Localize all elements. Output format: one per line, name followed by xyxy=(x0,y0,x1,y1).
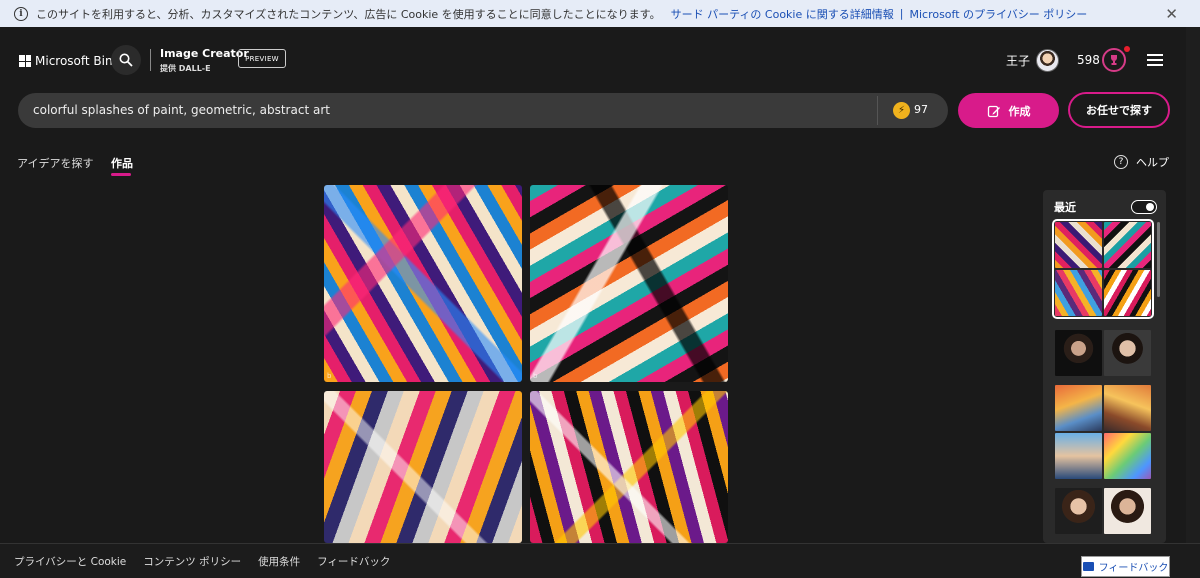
tab-creations[interactable]: 作品 xyxy=(111,155,133,171)
third-party-cookie-link[interactable]: サード パーティの Cookie に関する詳細情報 xyxy=(671,6,894,22)
product-title[interactable]: Image Creator xyxy=(160,47,249,60)
tab-explore-ideas[interactable]: アイデアを探す xyxy=(17,155,93,171)
recent-thumbnail xyxy=(1104,222,1151,268)
search-icon xyxy=(119,53,133,67)
link-separator: | xyxy=(899,7,904,20)
create-button[interactable]: 作成 xyxy=(958,93,1059,128)
recent-thumbnail xyxy=(1055,270,1102,316)
generated-image-4[interactable] xyxy=(530,391,728,543)
avatar[interactable] xyxy=(1036,49,1059,72)
recent-thumbnail xyxy=(1104,330,1151,376)
generated-image-1[interactable]: b xyxy=(324,185,522,382)
recent-thumbnail xyxy=(1104,433,1151,479)
info-icon: i xyxy=(14,6,28,21)
generated-image-2[interactable]: b xyxy=(530,185,728,382)
recent-title: 最近 xyxy=(1054,201,1076,214)
help-link[interactable]: ? ヘルプ xyxy=(1114,154,1169,170)
notification-dot xyxy=(1124,46,1130,52)
recent-thumbnail xyxy=(1104,270,1151,316)
logo-text: Microsoft Bing xyxy=(35,54,121,68)
page-scrollbar[interactable] xyxy=(1186,27,1200,543)
trophy-icon xyxy=(1111,55,1117,65)
cookie-message: このサイトを利用すると、分析、カスタマイズされたコンテンツ、広告に Cookie… xyxy=(36,7,661,21)
recent-item[interactable] xyxy=(1055,488,1151,534)
feedback-icon xyxy=(1082,562,1094,571)
recent-item[interactable] xyxy=(1055,385,1151,479)
bing-logo[interactable]: Microsoft Bing xyxy=(19,54,120,68)
user-name[interactable]: 王子 xyxy=(1006,52,1030,69)
footer-link-terms[interactable]: 使用条件 xyxy=(258,554,300,569)
footer: プライバシーと Cookie コンテンツ ポリシー 使用条件 フィードバック フ… xyxy=(0,543,1200,578)
generated-image-3[interactable] xyxy=(324,391,522,543)
footer-link-privacy[interactable]: プライバシーと Cookie xyxy=(14,554,126,569)
recent-item[interactable] xyxy=(1055,330,1151,376)
bing-watermark-icon: b xyxy=(533,372,538,380)
recent-thumbnail xyxy=(1104,488,1151,534)
footer-links: プライバシーと Cookie コンテンツ ポリシー 使用条件 フィードバック xyxy=(14,554,390,569)
recent-thumbnail xyxy=(1104,385,1151,431)
feedback-label: フィードバック xyxy=(1098,563,1169,574)
surprise-me-button[interactable]: お任せで探す xyxy=(1068,92,1170,128)
recent-thumbnail xyxy=(1055,433,1102,479)
prompt-input[interactable]: colorful splashes of paint, geometric, a… xyxy=(18,93,948,128)
cookie-banner: i このサイトを利用すると、分析、カスタマイズされたコンテンツ、広告に Cook… xyxy=(0,0,1200,27)
help-label: ヘルプ xyxy=(1136,156,1169,169)
recent-thumbnail xyxy=(1055,330,1102,376)
recent-thumbnail xyxy=(1055,385,1102,431)
preview-badge: PREVIEW xyxy=(238,49,286,68)
boost-divider xyxy=(877,96,878,125)
footer-link-feedback[interactable]: フィードバック xyxy=(317,554,390,569)
rewards-button[interactable] xyxy=(1102,48,1126,72)
active-tab-indicator xyxy=(111,173,131,176)
reward-points[interactable]: 598 xyxy=(1077,53,1100,67)
recent-scrollbar[interactable] xyxy=(1157,222,1160,297)
footer-link-content-policy[interactable]: コンテンツ ポリシー xyxy=(143,554,241,569)
create-label: 作成 xyxy=(1008,104,1031,118)
microsoft-logo-icon xyxy=(19,55,31,67)
product-subtitle: 提供 DALL-E xyxy=(160,64,211,73)
close-icon[interactable]: ✕ xyxy=(1165,5,1178,23)
prompt-text[interactable]: colorful splashes of paint, geometric, a… xyxy=(33,103,330,117)
boost-lightning-icon: ⚡ xyxy=(893,102,910,119)
recent-toggle[interactable] xyxy=(1131,200,1157,214)
header-divider xyxy=(150,49,151,71)
recent-item-selected[interactable] xyxy=(1052,219,1154,319)
recent-panel: 最近 xyxy=(1043,190,1166,543)
bing-watermark-icon: b xyxy=(327,372,332,380)
boost-count: 97 xyxy=(914,103,928,116)
header: Microsoft Bing Image Creator 提供 DALL-E P… xyxy=(0,27,1200,92)
create-brush-icon xyxy=(987,105,1000,117)
recent-thumbnail xyxy=(1055,488,1102,534)
recent-thumbnail xyxy=(1055,222,1102,268)
feedback-button[interactable]: フィードバック xyxy=(1081,556,1170,577)
help-icon: ? xyxy=(1114,155,1128,169)
privacy-policy-link[interactable]: Microsoft のプライバシー ポリシー xyxy=(909,6,1087,22)
search-button[interactable] xyxy=(111,45,141,75)
hamburger-menu-icon[interactable] xyxy=(1147,54,1163,66)
